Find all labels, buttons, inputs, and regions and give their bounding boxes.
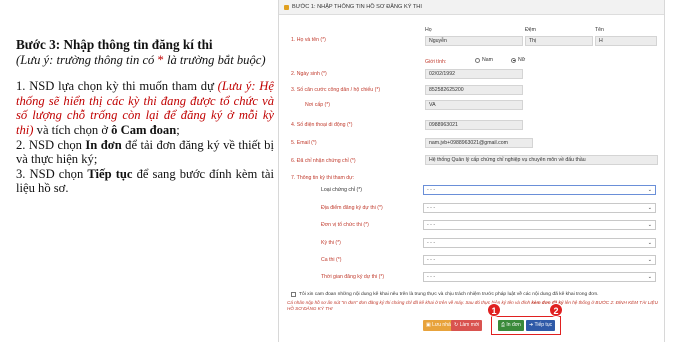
dob-field[interactable]: 02/02/1992: [425, 69, 523, 79]
chevron-down-icon: ⌄: [647, 240, 652, 246]
chevron-down-icon: ⌄: [647, 274, 652, 280]
exam-field-label: Loại chứng chỉ (*): [321, 187, 362, 193]
pledge-checkbox[interactable]: [291, 292, 296, 297]
certificate-label: 6. Đã chỉ nhận chứng chỉ (*): [291, 158, 356, 164]
print-instruction-note: Cá nhân nộp hồ sơ ấn nút "In đơn" đơn đă…: [287, 300, 661, 312]
select-value: - - -: [427, 274, 436, 280]
email-field[interactable]: nam.jvb+0988963021@gmail.com: [425, 138, 533, 148]
exam-field-label: Ca thi (*): [321, 257, 342, 263]
form-header: BƯỚC 1: NHẬP THÔNG TIN HỒ SƠ ĐĂNG KÝ THI: [279, 0, 664, 15]
registration-form-panel: BƯỚC 1: NHẬP THÔNG TIN HỒ SƠ ĐĂNG KÝ THI…: [278, 0, 665, 342]
radio-checked-icon: [511, 57, 516, 63]
email-label: 5. Email (*): [291, 140, 317, 146]
subtitle-text-end: là trường bắt buộc): [163, 52, 266, 67]
step-1-text-b: và tích chọn ở: [33, 122, 112, 137]
gender-female-label: Nữ: [518, 57, 526, 63]
dob-label: 2. Ngày sinh (*): [291, 71, 327, 77]
name-label: 1. Họ và tên (*): [291, 37, 326, 43]
id-label: 3. Số căn cước công dân / hộ chiếu (*): [291, 87, 381, 93]
phone-field[interactable]: 0988963021: [425, 120, 523, 130]
col-header-ten: Tên: [595, 27, 604, 33]
gender-label: Giới tính:: [425, 59, 447, 65]
pledge-text: Tôi xin cam đoan những nội dung kê khai …: [299, 292, 599, 297]
id-number-field[interactable]: 852582625200: [425, 85, 523, 95]
exam-location-select[interactable]: - - - ⌄: [423, 203, 656, 213]
step-3-bold: Tiếp tục: [87, 166, 133, 181]
chevron-down-icon: ⌄: [647, 222, 652, 228]
step-subtitle: (Lưu ý: trường thông tin có * là trường …: [16, 53, 274, 68]
chevron-down-icon: ⌄: [647, 187, 652, 193]
step-badge-2: 2: [549, 303, 563, 317]
exam-select[interactable]: - - - ⌄: [423, 238, 656, 248]
instruction-panel: Bước 3: Nhập thông tin đăng kí thi (Lưu …: [16, 37, 274, 196]
col-header-ho: Họ: [425, 27, 432, 33]
first-name-field[interactable]: H: [595, 36, 657, 46]
select-value: - - -: [427, 257, 436, 263]
exam-shift-select[interactable]: - - - ⌄: [423, 255, 656, 265]
step-1-bold: ô Cam đoan: [111, 122, 177, 137]
highlight-box: [491, 316, 561, 335]
step-3: 3. NSD chọn Tiếp tục để sang bước đính k…: [16, 167, 274, 196]
step-badge-1: 1: [487, 303, 501, 317]
step-1-end: ;: [176, 122, 180, 137]
step-2-text: 2. NSD chọn: [16, 137, 86, 152]
exam-field-label: Kỳ thi (*): [321, 240, 341, 246]
radio-icon: [475, 57, 480, 63]
step-3-text: 3. NSD chọn: [16, 166, 88, 181]
issued-place-field[interactable]: VA: [425, 100, 523, 110]
exam-field-label: Thời gian đăng ký dự thi (*): [321, 274, 385, 280]
reset-button[interactable]: ↻ Làm mới: [451, 320, 483, 331]
exam-info-label: 7. Thông tin kỳ thi tham dự:: [291, 175, 355, 181]
exam-field-label: Đơn vị tổ chức thi (*): [321, 222, 369, 228]
subtitle-text: (Lưu ý: trường thông tin có: [16, 52, 158, 67]
step-title: Bước 3: Nhập thông tin đăng kí thi: [16, 37, 213, 52]
gender-male-label: Nam: [482, 57, 493, 63]
issued-place-label: Nơi cấp (*): [305, 102, 331, 108]
registration-time-select[interactable]: - - - ⌄: [423, 272, 656, 282]
pledge-row: Tôi xin cam đoan những nội dung kê khai …: [291, 292, 599, 297]
step-2: 2. NSD chọn In đơn để tải đơn đăng ký về…: [16, 138, 274, 167]
select-value: - - -: [427, 222, 436, 228]
step-1: 1. NSD lựa chọn kỳ thi muốn tham dự (Lưu…: [16, 79, 274, 137]
chevron-down-icon: ⌄: [647, 257, 652, 263]
step-2-bold: In đơn: [85, 137, 122, 152]
gender-male-radio[interactable]: Nam: [475, 57, 493, 63]
gender-female-radio[interactable]: Nữ: [511, 57, 525, 63]
phone-label: 4. Số điện thoại di động (*): [291, 122, 353, 128]
col-header-dem: Đệm: [525, 27, 536, 33]
reset-label: Làm mới: [459, 322, 480, 328]
certificate-field[interactable]: Hệ thống Quản lý cấp chứng chỉ nghiệp vụ…: [425, 155, 658, 165]
select-value: - - -: [427, 240, 436, 246]
organizer-select[interactable]: - - - ⌄: [423, 220, 656, 230]
middle-name-field[interactable]: Thị: [525, 36, 593, 46]
step-1-text: 1. NSD lựa chọn kỳ thi muốn tham dự: [16, 79, 218, 94]
last-name-field[interactable]: Nguyễn: [425, 36, 523, 46]
exam-field-label: Địa điểm đăng ký dự thi (*): [321, 205, 383, 211]
select-value: - - -: [427, 187, 436, 193]
chevron-down-icon: ⌄: [647, 205, 652, 211]
select-value: - - -: [427, 205, 436, 211]
cert-type-select[interactable]: - - - ⌄: [423, 185, 656, 195]
